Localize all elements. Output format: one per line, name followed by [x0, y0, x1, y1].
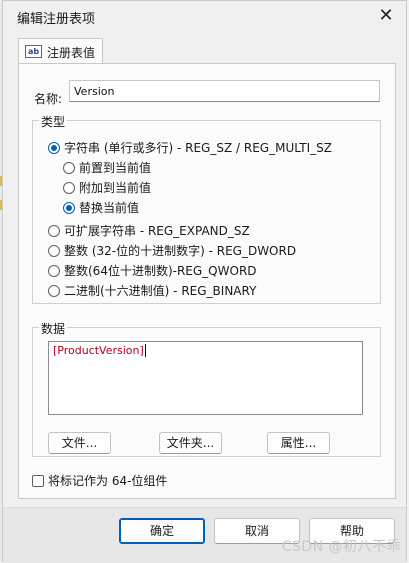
checkbox-64bit[interactable]: [32, 474, 44, 487]
radio-indicator[interactable]: [63, 181, 75, 194]
title-bar: 编辑注册表项 ✕: [3, 1, 406, 31]
radio-prepend[interactable]: 前置到当前值: [63, 159, 151, 176]
radio-reg-expand-sz[interactable]: 可扩展字符串 - REG_EXPAND_SZ: [48, 222, 250, 239]
checkbox-64bit-label: 将标记作为 64-位组件: [48, 474, 168, 488]
name-input[interactable]: [69, 80, 380, 102]
radio-replace[interactable]: 替换当前值: [63, 199, 139, 216]
data-groupbox: 数据 [ProductVersion] 文件... 文件夹... 属性...: [32, 320, 381, 457]
radio-label: 整数(64位十进制数)-REG_QWORD: [64, 264, 257, 278]
checkbox-64bit-row[interactable]: 将标记作为 64-位组件: [32, 472, 167, 489]
file-button[interactable]: 文件...: [48, 432, 111, 454]
tab-registry-value[interactable]: ab 注册表值: [18, 38, 103, 64]
radio-label: 可扩展字符串 - REG_EXPAND_SZ: [64, 224, 250, 238]
radio-indicator[interactable]: [48, 141, 60, 154]
radio-append[interactable]: 附加到当前值: [63, 179, 151, 196]
radio-indicator[interactable]: [63, 161, 75, 174]
radio-reg-sz[interactable]: 字符串 (单行或多行) - REG_SZ / REG_MULTI_SZ: [48, 139, 332, 156]
tab-panel: 名称: 类型 字符串 (单行或多行) - REG_SZ / REG_MULTI_…: [18, 63, 396, 499]
type-group-title: 类型: [39, 113, 68, 130]
radio-reg-binary[interactable]: 二进制(十六进制值) - REG_BINARY: [48, 282, 256, 299]
radio-label: 二进制(十六进制值) - REG_BINARY: [64, 284, 257, 298]
close-button[interactable]: ✕: [368, 1, 404, 31]
close-icon: ✕: [378, 5, 394, 26]
folder-button[interactable]: 文件夹...: [159, 432, 222, 454]
radio-indicator[interactable]: [48, 264, 60, 277]
data-textarea[interactable]: [ProductVersion]: [48, 341, 363, 415]
radio-indicator[interactable]: [48, 224, 60, 237]
tab-label: 注册表值: [47, 46, 96, 60]
radio-reg-qword[interactable]: 整数(64位十进制数)-REG_QWORD: [48, 262, 257, 279]
name-label: 名称:: [34, 92, 63, 106]
window-title: 编辑注册表项: [17, 12, 96, 27]
data-group-title: 数据: [39, 320, 68, 337]
data-value: [ProductVersion]: [53, 344, 146, 357]
edit-registry-dialog: 编辑注册表项 ✕ ab 注册表值 名称: 类型 字符串 (单行或多行) - RE…: [2, 0, 407, 563]
properties-button[interactable]: 属性...: [267, 432, 330, 454]
string-value-icon: ab: [25, 45, 42, 58]
type-groupbox: 类型 字符串 (单行或多行) - REG_SZ / REG_MULTI_SZ 前…: [32, 113, 381, 304]
radio-label: 前置到当前值: [79, 161, 152, 175]
radio-indicator[interactable]: [48, 284, 60, 297]
radio-indicator[interactable]: [63, 201, 75, 214]
radio-label: 替换当前值: [79, 201, 140, 215]
watermark: CSDN @初八不乖: [281, 539, 401, 555]
ok-button[interactable]: 确定: [119, 518, 205, 544]
radio-indicator[interactable]: [48, 244, 60, 257]
radio-label: 字符串 (单行或多行) - REG_SZ / REG_MULTI_SZ: [64, 141, 332, 155]
radio-label: 整数 (32-位的十进制数字) - REG_DWORD: [64, 244, 297, 258]
radio-label: 附加到当前值: [79, 181, 152, 195]
radio-reg-dword[interactable]: 整数 (32-位的十进制数字) - REG_DWORD: [48, 242, 296, 259]
